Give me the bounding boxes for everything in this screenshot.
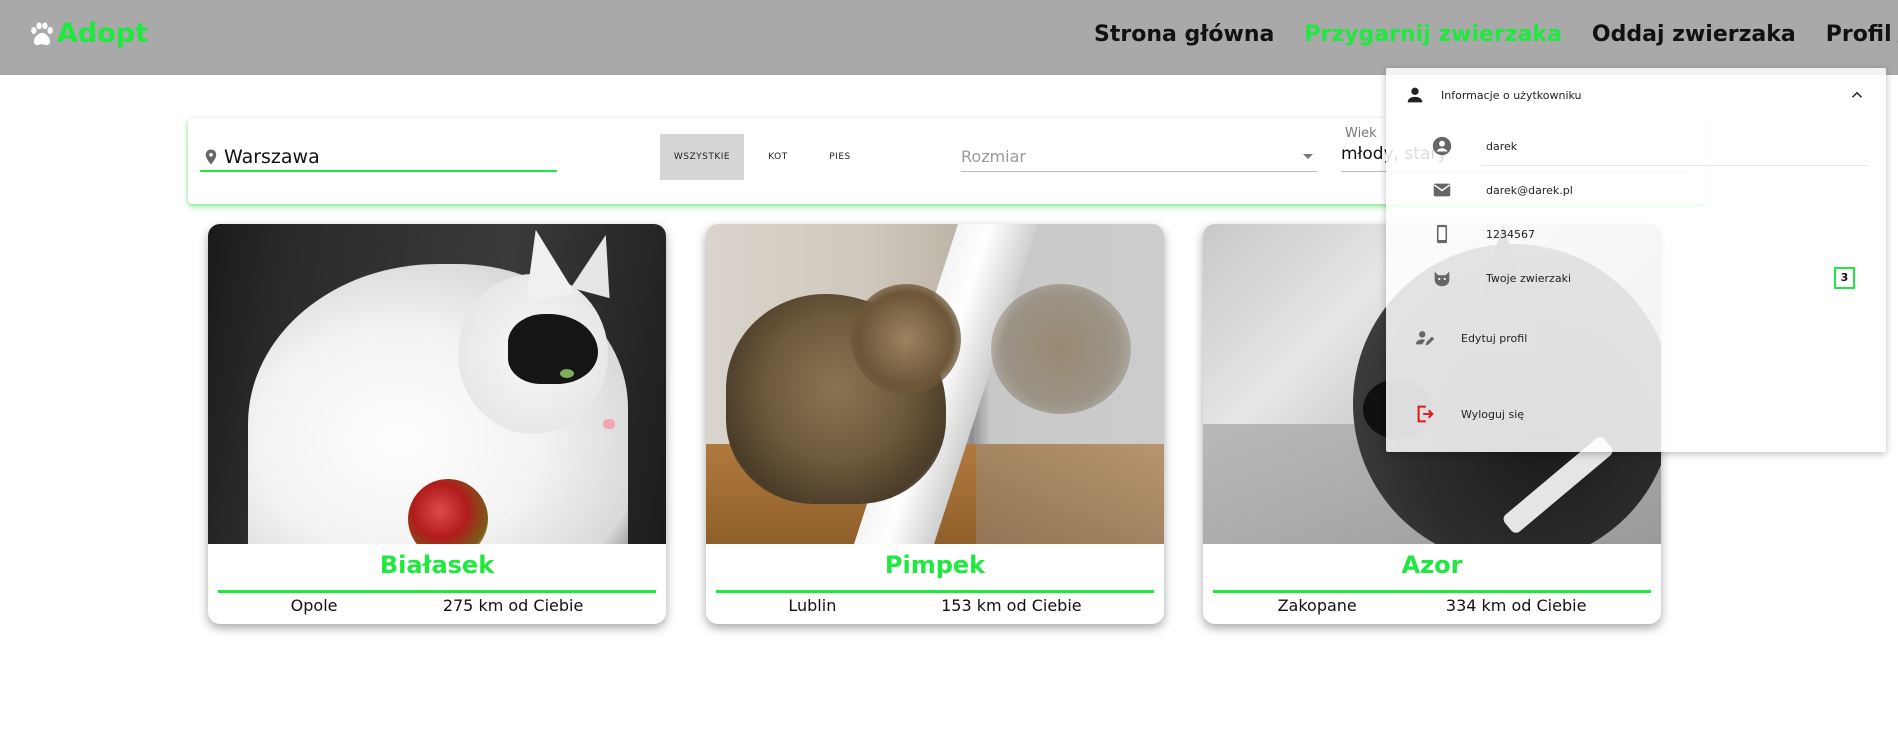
- email-text: darek@darek.pl: [1486, 184, 1573, 197]
- smartphone-icon: [1436, 224, 1448, 244]
- user-phone-row: 1234567: [1386, 214, 1886, 254]
- logo[interactable]: Adopt: [28, 18, 148, 49]
- location-field[interactable]: [200, 144, 557, 172]
- user-email-row: darek@darek.pl: [1386, 170, 1886, 210]
- phone-text: 1234567: [1486, 228, 1535, 241]
- mail-icon: [1433, 183, 1451, 197]
- user-username-row: darek: [1386, 126, 1886, 166]
- pet-info: Zakopane 334 km od Ciebie: [1203, 593, 1661, 615]
- animal-type-toggle: WSZYSTKIE KOT PIES: [660, 134, 868, 180]
- pet-distance: 334 km od Ciebie: [1445, 596, 1587, 615]
- logout-label: Wyloguj się: [1461, 408, 1525, 421]
- pet-name: Pimpek: [884, 551, 986, 579]
- profile-dropdown: Informacje o użytkowniku darek darek@dar…: [1386, 68, 1886, 452]
- location-pin-icon: [205, 149, 217, 165]
- account-circle-icon: [1432, 136, 1452, 156]
- chevron-down-icon: [1303, 154, 1313, 159]
- paw-icon: [31, 21, 53, 45]
- location-input[interactable]: [224, 146, 544, 168]
- pet-distance: 153 km od Ciebie: [941, 596, 1082, 615]
- person-icon: [1407, 87, 1423, 103]
- pet-info: Opole 275 km od Ciebie: [208, 593, 666, 615]
- main-nav: Strona główna Przygarnij zwierzaka Oddaj…: [1094, 22, 1898, 47]
- logout-icon: [1417, 405, 1434, 423]
- pet-city: Zakopane: [1277, 596, 1357, 615]
- cat-face-icon: [1434, 271, 1450, 287]
- user-pets-row[interactable]: Twoje zwierzaki 3: [1386, 258, 1886, 298]
- size-placeholder: Rozmiar: [961, 147, 1026, 166]
- user-info-header[interactable]: Informacje o użytkowniku: [1386, 68, 1886, 123]
- user-info-label: Informacje o użytkowniku: [1441, 89, 1582, 102]
- pet-name: Białasek: [379, 551, 495, 579]
- pet-photo: [208, 224, 666, 544]
- chevron-up-icon[interactable]: [1848, 86, 1866, 104]
- top-header: Adopt Strona główna Przygarnij zwierzaka…: [0, 0, 1898, 75]
- logout-button[interactable]: Wyloguj się: [1386, 394, 1886, 434]
- pet-info: Lublin 153 km od Ciebie: [706, 593, 1164, 615]
- nav-profile-label: Profil: [1825, 22, 1892, 47]
- logo-text: Adopt: [57, 18, 149, 49]
- person-edit-icon: [1415, 331, 1435, 346]
- pet-city: Opole: [290, 596, 338, 615]
- pet-name: Azor: [1401, 551, 1463, 579]
- nav-give-away[interactable]: Oddaj zwierzaka: [1592, 22, 1796, 47]
- nav-adopt[interactable]: Przygarnij zwierzaka: [1304, 22, 1562, 47]
- pets-count-badge: 3: [1834, 267, 1855, 289]
- pet-card[interactable]: Pimpek Lublin 153 km od Ciebie: [706, 224, 1164, 624]
- size-select[interactable]: Rozmiar: [961, 142, 1317, 172]
- pet-city: Lublin: [788, 596, 837, 615]
- edit-profile-label: Edytuj profil: [1461, 332, 1528, 345]
- pet-distance: 275 km od Ciebie: [442, 596, 584, 615]
- nav-home[interactable]: Strona główna: [1094, 22, 1274, 47]
- type-all-button[interactable]: WSZYSTKIE: [660, 134, 744, 180]
- age-label: Wiek: [1345, 126, 1377, 141]
- pet-card[interactable]: Białasek Opole 275 km od Ciebie: [208, 224, 666, 624]
- type-dog-button[interactable]: PIES: [812, 134, 868, 180]
- person-icon: [1897, 39, 1898, 42]
- type-cat-button[interactable]: KOT: [744, 134, 812, 180]
- edit-profile-button[interactable]: Edytuj profil: [1386, 318, 1886, 358]
- pets-label: Twoje zwierzaki: [1486, 272, 1572, 285]
- nav-profile[interactable]: Profil: [1826, 22, 1898, 47]
- pet-photo: [706, 224, 1164, 544]
- username-text: darek: [1486, 140, 1518, 153]
